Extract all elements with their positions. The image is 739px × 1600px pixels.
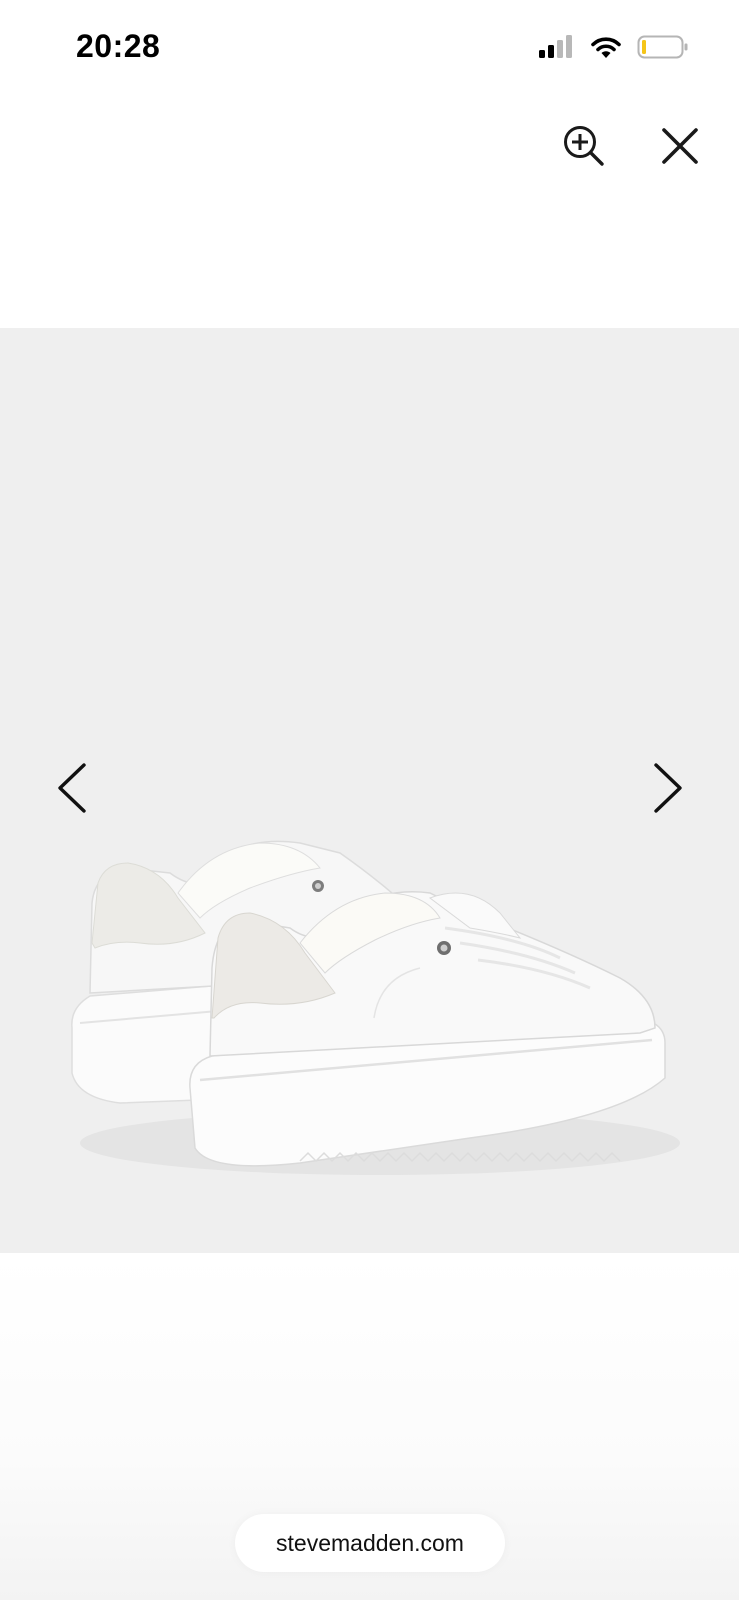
url-text: stevemadden.com [276,1529,464,1556]
wifi-icon [591,37,621,58]
previous-image-button[interactable] [42,753,102,823]
product-photo [71,840,680,1175]
viewer-toolbar [0,110,739,180]
zoom-in-icon [564,126,604,166]
status-icons [537,34,689,60]
chevron-left-icon [58,763,86,813]
battery-low-icon [637,35,688,59]
chevron-right-icon [654,763,682,813]
next-image-button[interactable] [638,753,698,823]
url-bar[interactable]: stevemadden.com [235,1514,505,1572]
close-icon [662,128,698,164]
status-time: 20:28 [76,28,161,64]
close-button[interactable] [654,120,706,172]
image-viewer-screen: 20:28 stevemadden.com [0,0,739,1600]
product-image-stage[interactable] [0,328,739,1253]
status-bar: 20:28 [0,0,739,100]
cellular-signal-icon [539,35,572,58]
zoom-button[interactable] [558,120,610,172]
